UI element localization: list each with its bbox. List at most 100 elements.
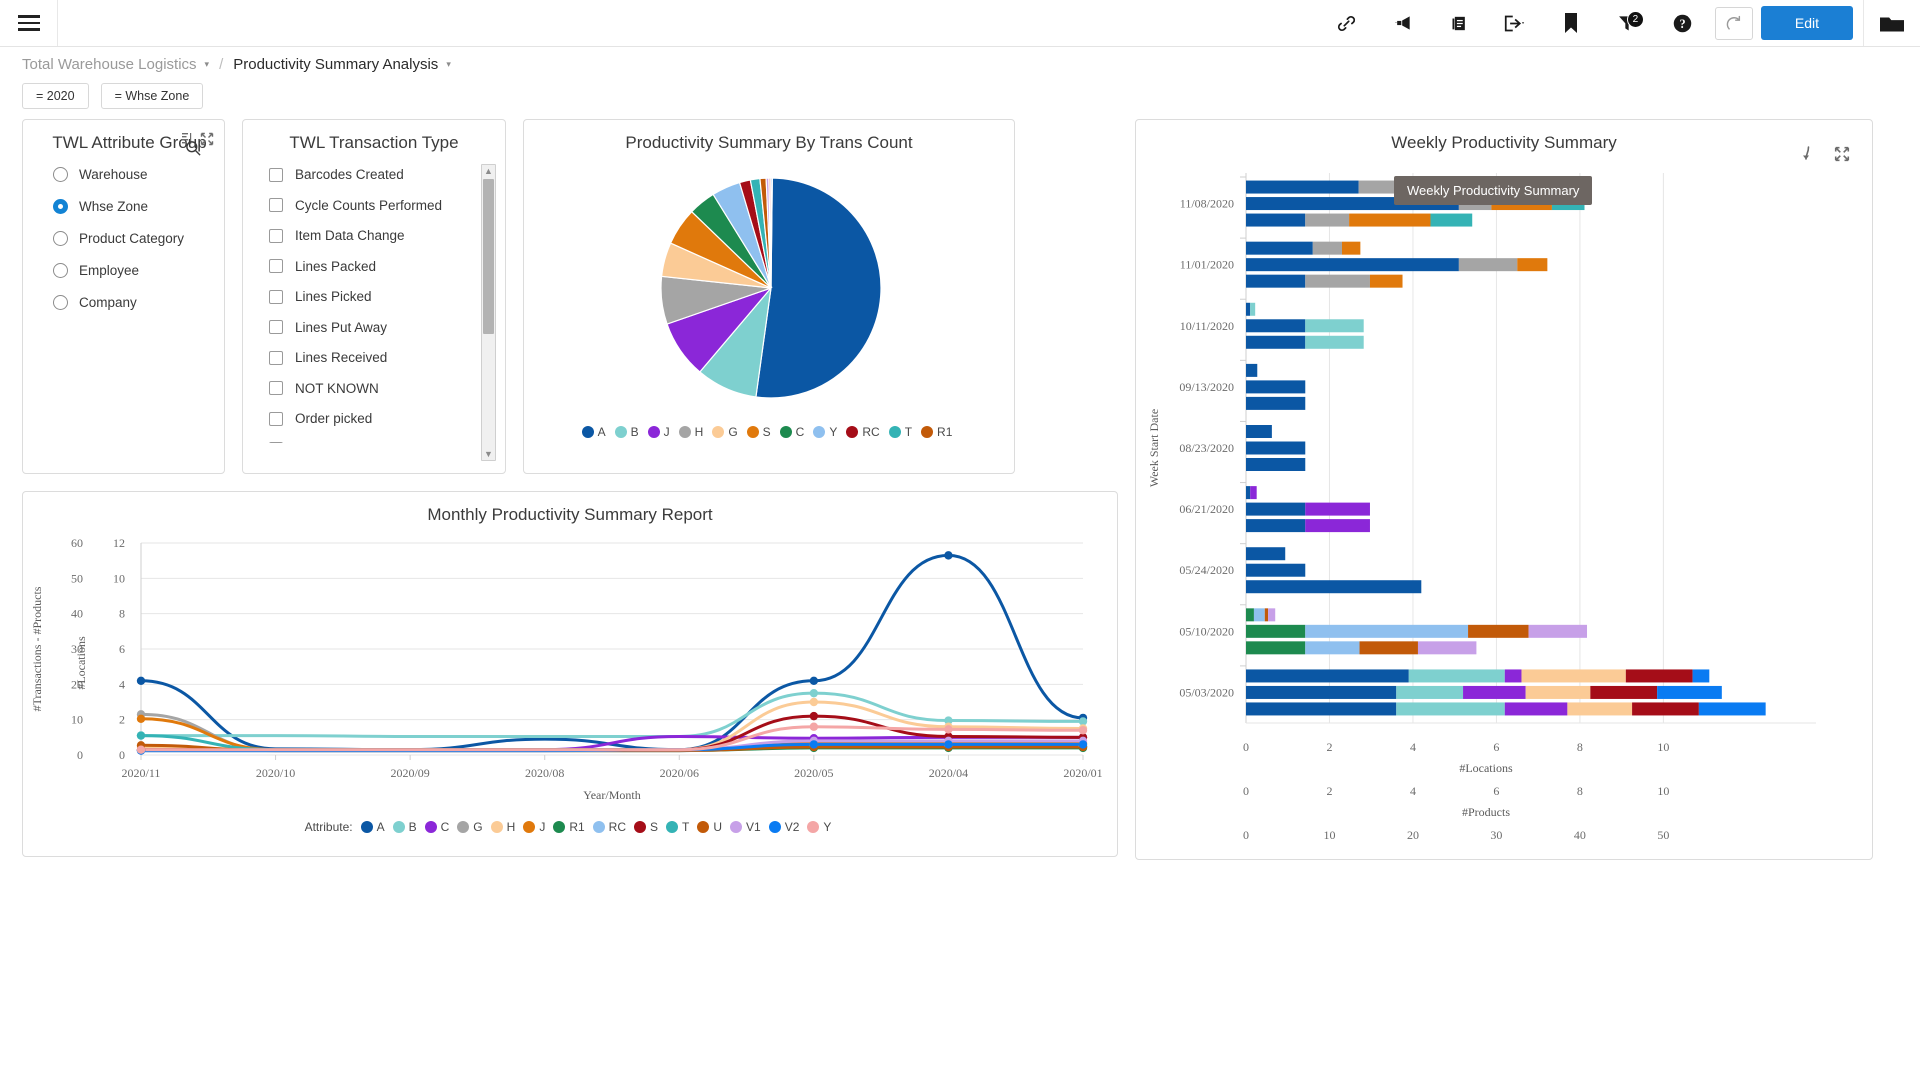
legend-item-h[interactable]: H [491, 820, 516, 834]
checkbox-cycle-counts-performed[interactable]: Cycle Counts Performed [269, 198, 505, 213]
breadcrumb: Total Warehouse Logistics ▾ / Productivi… [22, 56, 1898, 73]
legend-item-a[interactable]: A [582, 425, 606, 439]
legend-item-c[interactable]: C [780, 425, 805, 439]
filter-icon[interactable]: 2 [1599, 0, 1655, 46]
svg-text:60: 60 [71, 536, 83, 550]
svg-text:#Transactions - #Products: #Transactions - #Products [30, 586, 44, 711]
legend-label: Y [823, 820, 831, 834]
filter-chip-whse-zone[interactable]: = Whse Zone [101, 83, 204, 109]
checkbox-lines-received[interactable]: Lines Received [269, 350, 505, 365]
legend-label: U [713, 820, 722, 834]
pie-chart-svg[interactable] [619, 163, 919, 415]
legend-item-s[interactable]: S [634, 820, 658, 834]
scroll-up-icon[interactable]: ▲ [484, 165, 493, 177]
checkbox-box[interactable] [269, 351, 283, 365]
transaction-list-scrollbar[interactable]: ▲ ▼ [481, 164, 496, 461]
checkbox-box[interactable] [269, 198, 283, 212]
checkbox-box[interactable] [269, 381, 283, 395]
radio-indicator[interactable] [53, 263, 68, 278]
checkbox-orders-dropped[interactable]: Orders Dropped [269, 442, 505, 444]
scroll-down-icon[interactable]: ▼ [484, 448, 493, 460]
legend-item-t[interactable]: T [666, 820, 689, 834]
legend-item-j[interactable]: J [523, 820, 545, 834]
checkbox-order-picked[interactable]: Order picked [269, 411, 505, 426]
radio-option-employee[interactable]: Employee [53, 263, 224, 278]
legend-item-r1[interactable]: R1 [553, 820, 584, 834]
checkbox-box[interactable] [269, 290, 283, 304]
expand-icon[interactable] [200, 132, 214, 146]
chevron-down-icon[interactable]: ▾ [205, 59, 210, 70]
folder-icon[interactable] [1864, 0, 1920, 46]
legend-item-j[interactable]: J [648, 425, 670, 439]
legend-item-rc[interactable]: RC [593, 820, 626, 834]
checkbox-not-known[interactable]: NOT KNOWN [269, 381, 505, 396]
weekly-bar-chart-svg[interactable]: 11/08/202011/01/202010/11/202009/13/2020… [1136, 153, 1872, 843]
checkbox-lines-packed[interactable]: Lines Packed [269, 259, 505, 274]
legend-item-y[interactable]: Y [807, 820, 831, 834]
checkbox-box[interactable] [269, 259, 283, 273]
download-icon[interactable] [1799, 145, 1814, 162]
bookmark-icon[interactable] [1543, 0, 1599, 46]
legend-item-v1[interactable]: V1 [730, 820, 761, 834]
search-icon[interactable] [185, 140, 202, 160]
legend-swatch [747, 426, 759, 438]
weekly-summary-title: Weekly Productivity Summary [1136, 120, 1872, 153]
legend-item-g[interactable]: G [712, 425, 737, 439]
legend-item-rc[interactable]: RC [846, 425, 879, 439]
checkbox-box[interactable] [269, 442, 283, 443]
legend-item-s[interactable]: S [747, 425, 771, 439]
toolbar-icon-group: 2 ? Edit [1319, 0, 1920, 46]
legend-item-g[interactable]: G [457, 820, 482, 834]
radio-option-product-category[interactable]: Product Category [53, 231, 224, 246]
legend-label: H [507, 820, 516, 834]
checkbox-lines-put-away[interactable]: Lines Put Away [269, 320, 505, 335]
breadcrumb-parent[interactable]: Total Warehouse Logistics [22, 56, 197, 73]
svg-text:2020/06: 2020/06 [660, 766, 699, 780]
radio-indicator-selected[interactable] [53, 199, 68, 214]
scrollbar-thumb[interactable] [483, 179, 494, 334]
breadcrumb-current[interactable]: Productivity Summary Analysis [233, 56, 438, 73]
svg-text:2020/01: 2020/01 [1063, 766, 1102, 780]
legend-item-y[interactable]: Y [813, 425, 837, 439]
legend-item-b[interactable]: B [393, 820, 417, 834]
megaphone-icon[interactable] [1375, 0, 1431, 46]
radio-indicator[interactable] [53, 295, 68, 310]
monthly-line-chart-svg[interactable]: 1260105084063042021000#Transactions - #P… [23, 525, 1117, 815]
refresh-button[interactable] [1715, 7, 1753, 40]
checkbox-box[interactable] [269, 412, 283, 426]
radio-label: Whse Zone [79, 199, 148, 214]
checkbox-box[interactable] [269, 320, 283, 334]
export-icon[interactable] [1487, 0, 1543, 46]
legend-item-c[interactable]: C [425, 820, 450, 834]
checkbox-box[interactable] [269, 168, 283, 182]
copy-icon[interactable] [1431, 0, 1487, 46]
svg-text:10: 10 [1657, 740, 1669, 754]
legend-swatch [846, 426, 858, 438]
expand-icon[interactable] [1834, 146, 1850, 162]
legend-label: J [664, 425, 670, 439]
filter-chip-year[interactable]: = 2020 [22, 83, 89, 109]
radio-option-warehouse[interactable]: Warehouse [53, 167, 224, 182]
legend-item-r1[interactable]: R1 [921, 425, 952, 439]
legend-label: RC [862, 425, 879, 439]
legend-item-t[interactable]: T [889, 425, 912, 439]
checkbox-item-data-change[interactable]: Item Data Change [269, 228, 505, 243]
legend-item-a[interactable]: A [361, 820, 385, 834]
checkbox-lines-picked[interactable]: Lines Picked [269, 289, 505, 304]
legend-item-h[interactable]: H [679, 425, 704, 439]
legend-item-u[interactable]: U [697, 820, 722, 834]
help-icon[interactable]: ? [1655, 0, 1711, 46]
checkbox-box[interactable] [269, 229, 283, 243]
link-icon[interactable] [1319, 0, 1375, 46]
checkbox-barcodes-created[interactable]: Barcodes Created [269, 167, 505, 182]
radio-option-company[interactable]: Company [53, 295, 224, 310]
menu-toggle-button[interactable] [0, 0, 58, 46]
radio-indicator[interactable] [53, 167, 68, 182]
legend-swatch [491, 821, 503, 833]
legend-item-v2[interactable]: V2 [769, 820, 800, 834]
radio-option-whse-zone[interactable]: Whse Zone [53, 199, 224, 214]
edit-button[interactable]: Edit [1761, 6, 1853, 40]
radio-indicator[interactable] [53, 231, 68, 246]
legend-item-b[interactable]: B [615, 425, 639, 439]
chevron-down-icon[interactable]: ▾ [446, 59, 451, 70]
